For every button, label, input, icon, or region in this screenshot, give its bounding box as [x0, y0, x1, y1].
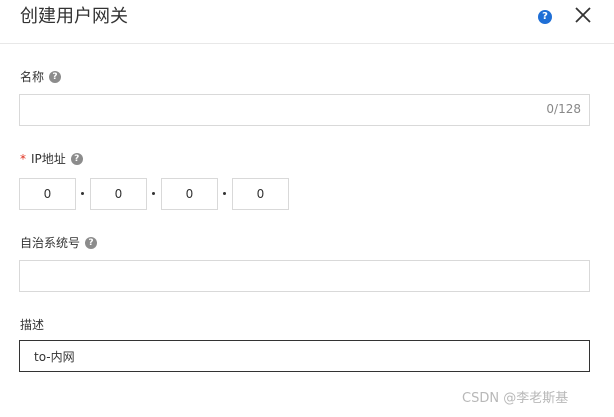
ip-octet-2-input[interactable]: 0 — [90, 178, 147, 210]
name-label-text: 名称 — [20, 70, 45, 84]
required-mark: * — [20, 152, 26, 166]
ip-dot-separator — [152, 192, 155, 195]
name-help-icon[interactable]: ? — [49, 71, 62, 83]
ip-help-icon[interactable]: ? — [70, 153, 83, 165]
asn-label: 自治系统号 ? — [20, 235, 98, 251]
csdn-watermark: CSDN @李老斯基 — [462, 391, 569, 406]
ip-label: * IP地址 ? — [20, 151, 83, 167]
description-input-value: to-内网 — [34, 350, 75, 364]
close-icon[interactable] — [572, 4, 594, 26]
ip-octet-1-input[interactable]: 0 — [19, 178, 76, 210]
name-char-counter: 0/128 — [546, 102, 581, 116]
asn-label-text: 自治系统号 — [20, 236, 81, 250]
ip-octet-4-input[interactable]: 0 — [232, 178, 289, 210]
asn-help-icon[interactable]: ? — [85, 237, 98, 249]
ip-label-text: IP地址 — [31, 152, 66, 166]
ip-dot-separator — [223, 192, 226, 195]
dialog-title: 创建用户网关 — [20, 6, 128, 27]
dialog-header: 创建用户网关 ? — [0, 0, 614, 44]
help-icon[interactable]: ? — [538, 10, 552, 24]
ip-octet-3-input[interactable]: 0 — [161, 178, 218, 210]
name-label: 名称 ? — [20, 69, 62, 85]
ip-dot-separator — [81, 192, 84, 195]
description-input[interactable]: to-内网 — [19, 340, 590, 372]
description-label-text: 描述 — [20, 318, 45, 332]
name-input[interactable]: 0/128 — [19, 94, 590, 126]
asn-input[interactable] — [19, 260, 590, 292]
description-label: 描述 — [20, 317, 44, 333]
